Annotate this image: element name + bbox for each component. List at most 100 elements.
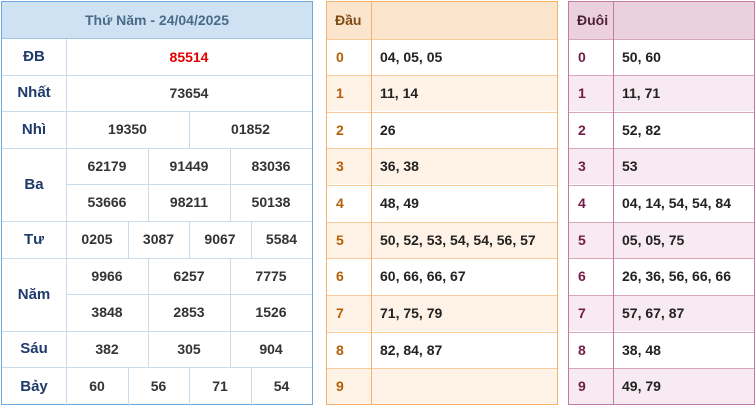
tail-row: 7 57, 67, 87	[569, 295, 754, 331]
prize-value-tu: 0205	[81, 231, 113, 247]
head-values: 82, 84, 87	[380, 342, 443, 358]
tail-digit: 4	[578, 195, 586, 211]
tail-digit: 5	[578, 232, 586, 248]
prize-value-db: 85514	[169, 49, 209, 65]
tail-values: 04, 14, 54, 54, 84	[622, 195, 731, 211]
tail-values: 57, 67, 87	[622, 305, 685, 321]
head-row: 9	[327, 368, 557, 404]
head-row: 5 50, 52, 53, 54, 54, 56, 57	[327, 222, 557, 258]
tail-digit: 6	[578, 268, 586, 284]
prize-value-ba: 53666	[87, 194, 127, 210]
head-values: 71, 75, 79	[380, 305, 443, 321]
tail-digit: 0	[578, 49, 586, 65]
head-values: 11, 14	[380, 85, 419, 101]
prize-value-nam: 3848	[91, 304, 123, 320]
tail-row: 5 05, 05, 75	[569, 222, 754, 258]
tail-table-title: Đuôi	[577, 12, 609, 28]
head-digit: 4	[336, 195, 344, 211]
prize-value-tu: 5584	[265, 231, 298, 247]
results-table: Thứ Năm - 24/04/2025 ĐB Nhất Nhì Ba Tư N…	[1, 1, 313, 406]
tail-values: 38, 48	[622, 342, 661, 358]
prize-value-sau: 904	[259, 341, 283, 357]
tail-table-header: Đuôi	[569, 2, 754, 39]
prize-value-nam: 2853	[173, 304, 205, 320]
prize-value-sau: 382	[95, 341, 119, 357]
tail-values: 26, 36, 56, 66, 66	[622, 268, 731, 284]
prize-label-nhat: Nhất	[17, 84, 51, 101]
prize-value-ba: 50138	[251, 194, 291, 210]
prize-label-tu: Tư	[23, 231, 45, 248]
head-digit-table: Đầu 0 04, 05, 05 1 11, 14 2 26 3 36, 38 4 48,…	[326, 1, 558, 405]
prize-value-tu: 3087	[142, 231, 175, 247]
head-values: 26	[380, 122, 396, 138]
prize-label-nam: Năm	[17, 286, 51, 303]
tail-values: 49, 79	[622, 378, 661, 394]
head-row: 1 11, 14	[327, 75, 557, 111]
tail-digit: 3	[578, 158, 586, 174]
head-row: 2 26	[327, 112, 557, 148]
head-values: 50, 52, 53, 54, 54, 56, 57	[380, 232, 536, 248]
prize-value-nhi: 19350	[108, 121, 147, 137]
tail-values: 11, 71	[622, 85, 661, 101]
prize-label-db: ĐB	[23, 48, 45, 65]
tail-digit: 2	[578, 122, 586, 138]
tail-digit-table: Đuôi 0 50, 60 1 11, 71 2 52, 82 3 53 4 04, 14…	[568, 1, 755, 405]
head-values: 48, 49	[380, 195, 419, 211]
prize-value-nam: 1526	[255, 304, 287, 320]
prize-value-nam: 7775	[255, 268, 287, 284]
tail-row: 6 26, 36, 56, 66, 66	[569, 258, 754, 294]
results-title: Thứ Năm - 24/04/2025	[2, 2, 312, 39]
prize-value-ba: 62179	[87, 158, 127, 174]
head-digit: 0	[336, 49, 344, 65]
head-values	[371, 368, 557, 404]
tail-digit: 9	[578, 378, 586, 394]
head-row: 7 71, 75, 79	[327, 295, 557, 331]
tail-column-divider	[613, 2, 614, 404]
head-table-header: Đầu	[327, 2, 557, 39]
prize-value-nam: 6257	[173, 268, 205, 284]
prize-value-sau: 305	[177, 341, 201, 357]
tail-digit: 8	[578, 342, 586, 358]
head-values: 04, 05, 05	[380, 49, 443, 65]
prize-value-bay: 56	[150, 378, 167, 394]
head-column-divider	[371, 2, 372, 404]
head-digit: 7	[336, 305, 344, 321]
tail-values: 52, 82	[622, 122, 661, 138]
prize-value-bay: 71	[212, 378, 228, 394]
tail-values: 53	[622, 158, 638, 174]
head-digit: 1	[336, 85, 344, 101]
head-digit: 2	[336, 122, 344, 138]
tail-digit: 1	[578, 85, 586, 101]
head-values: 60, 66, 66, 67	[380, 268, 466, 284]
prize-value-tu: 9067	[204, 231, 236, 247]
tail-row: 3 53	[569, 148, 754, 184]
prize-value-nhat: 73654	[169, 85, 209, 101]
head-table-title: Đầu	[335, 12, 362, 28]
head-row: 8 82, 84, 87	[327, 332, 557, 368]
prize-label-ba: Ba	[24, 176, 44, 193]
prize-value-nam: 9966	[91, 268, 123, 284]
prize-label-bay: Bảy	[20, 378, 48, 395]
head-digit: 6	[336, 268, 344, 284]
tail-digit: 7	[578, 305, 586, 321]
head-row: 0 04, 05, 05	[327, 39, 557, 75]
tail-row: 4 04, 14, 54, 54, 84	[569, 185, 754, 221]
tail-row: 0 50, 60	[569, 39, 754, 75]
head-values: 36, 38	[380, 158, 419, 174]
head-row: 4 48, 49	[327, 185, 557, 221]
tail-row: 8 38, 48	[569, 332, 754, 368]
tail-values: 05, 05, 75	[622, 232, 685, 248]
prize-value-nhi: 01852	[231, 121, 270, 137]
tail-values: 50, 60	[622, 49, 661, 65]
prize-label-sau: Sáu	[20, 340, 48, 357]
head-digit: 3	[336, 158, 344, 174]
prize-label-nhi: Nhì	[21, 121, 47, 138]
prize-value-bay: 54	[273, 378, 290, 394]
prize-value-bay: 60	[89, 378, 105, 394]
head-row: 3 36, 38	[327, 148, 557, 184]
head-row: 6 60, 66, 66, 67	[327, 258, 557, 294]
tail-row: 1 11, 71	[569, 75, 754, 111]
prize-value-ba: 98211	[169, 194, 209, 210]
head-digit: 8	[336, 342, 344, 358]
prize-value-ba: 91449	[169, 158, 209, 174]
